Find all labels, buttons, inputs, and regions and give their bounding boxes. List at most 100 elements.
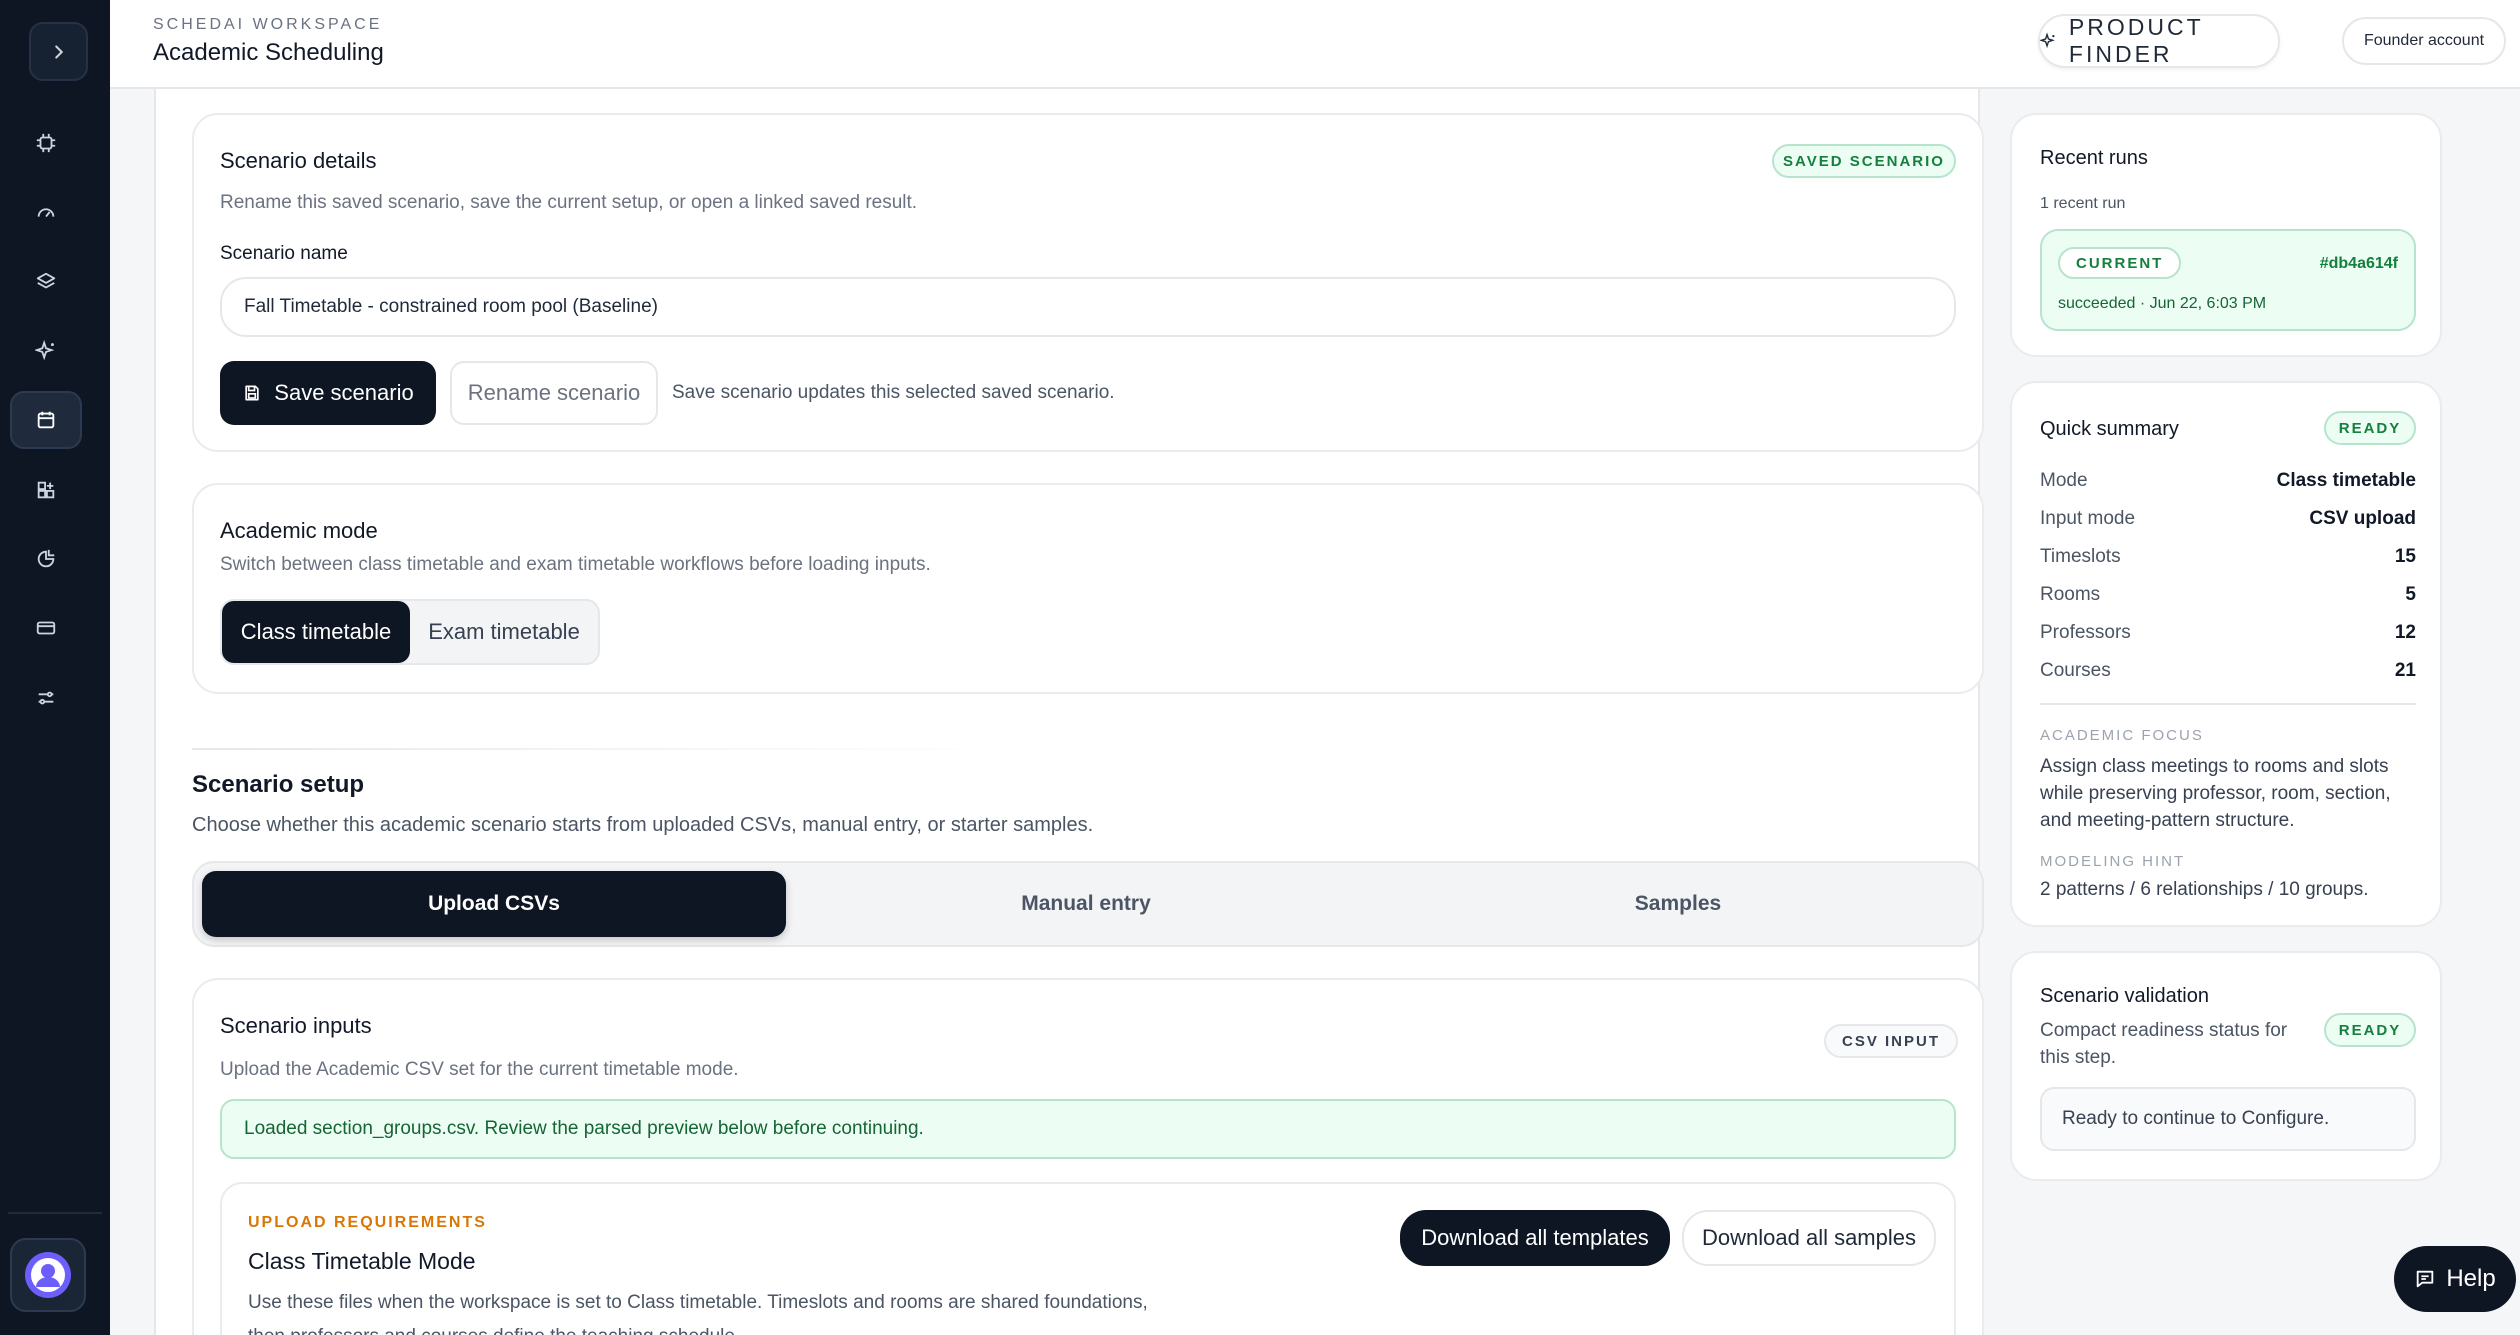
- academic-mode-toggle: Class timetable Exam timetable: [220, 599, 600, 665]
- grid-plus-icon: [37, 481, 55, 499]
- avatar: [25, 1252, 71, 1298]
- scenario-inputs-title: Scenario inputs: [220, 1013, 372, 1038]
- layers-icon: [36, 272, 56, 289]
- chat-icon: [2417, 1270, 2434, 1288]
- page-title: Academic Scheduling: [153, 39, 384, 66]
- scenario-name-label: Scenario name: [220, 243, 348, 264]
- chevron-right-icon: [54, 44, 63, 59]
- quick-summary-title: Quick summary: [2040, 418, 2179, 440]
- saved-scenario-badge: SAVED SCENARIO: [1772, 144, 1956, 178]
- requirements-mode-title: Class Timetable Mode: [248, 1248, 476, 1274]
- summary-key: Courses: [2040, 660, 2111, 681]
- scenario-setup-description: Choose whether this academic scenario st…: [192, 814, 1094, 836]
- sidebar-item-dashboard[interactable]: [10, 183, 82, 241]
- academic-focus-label: ACADEMIC FOCUS: [2040, 727, 2204, 744]
- validation-ready-badge: READY: [2324, 1013, 2416, 1047]
- summary-key: Input mode: [2040, 508, 2136, 529]
- top-bar: SCHEDAI WORKSPACE Academic Scheduling PR…: [110, 0, 2520, 89]
- recent-runs-card: Recent runs 1 recent run CURRENT #db4a61…: [2010, 113, 2442, 357]
- sidebar: [0, 0, 110, 1335]
- sidebar-item-layers[interactable]: [10, 253, 82, 311]
- sparkle-icon: [35, 340, 55, 361]
- sliders-icon: [38, 691, 54, 705]
- account-button[interactable]: Founder account: [2342, 17, 2506, 65]
- scenario-details-title: Scenario details: [220, 148, 377, 173]
- input-source-tabs: Upload CSVs Manual entry Samples: [192, 861, 1984, 947]
- workspace-label: SCHEDAI WORKSPACE: [153, 16, 383, 33]
- save-hint: Save scenario updates this selected save…: [672, 382, 1115, 403]
- sidebar-item-modules[interactable]: [10, 461, 82, 519]
- download-all-samples-button[interactable]: Download all samples: [1682, 1210, 1936, 1266]
- scenario-details-description: Rename this saved scenario, save the cur…: [220, 192, 918, 213]
- tab-samples[interactable]: Samples: [1386, 871, 1970, 937]
- summary-row: Professors 12: [2040, 622, 2416, 644]
- summary-key: Rooms: [2040, 584, 2101, 605]
- save-scenario-button[interactable]: Save scenario: [220, 361, 436, 425]
- help-label: Help: [2446, 1265, 2496, 1292]
- calendar-icon: [37, 411, 55, 429]
- academic-mode-title: Academic mode: [220, 518, 378, 543]
- user-icon: [31, 1258, 65, 1292]
- analytics-icon: [37, 549, 55, 568]
- tab-manual-entry[interactable]: Manual entry: [794, 871, 1378, 937]
- recent-runs-count: 1 recent run: [2040, 195, 2126, 212]
- scenario-details-card: Scenario details SAVED SCENARIO Rename t…: [192, 113, 1984, 452]
- validation-message: Ready to continue to Configure.: [2040, 1087, 2416, 1151]
- scenario-validation-description: Compact readiness status for this step.: [2040, 1020, 2288, 1068]
- summary-row: Courses 21: [2040, 660, 2416, 682]
- scenario-validation-card: Scenario validation Compact readiness st…: [2010, 951, 2442, 1181]
- summary-value: 5: [2405, 584, 2416, 605]
- main-content: Scenario details SAVED SCENARIO Rename t…: [154, 89, 1984, 1335]
- download-all-templates-button[interactable]: Download all templates: [1400, 1210, 1670, 1266]
- recent-run-item[interactable]: CURRENT #db4a614f succeeded · Jun 22, 6:…: [2040, 229, 2416, 331]
- tab-upload-csvs[interactable]: Upload CSVs: [202, 871, 786, 937]
- rename-scenario-button[interactable]: Rename scenario: [450, 361, 658, 425]
- summary-ready-badge: READY: [2324, 411, 2416, 445]
- summary-value: 15: [2394, 546, 2416, 567]
- sidebar-item-billing[interactable]: [10, 599, 82, 657]
- upload-requirements-label: UPLOAD REQUIREMENTS: [248, 1214, 487, 1231]
- card-icon: [36, 621, 56, 635]
- academic-focus-text: Assign class meetings to rooms and slots…: [2040, 756, 2391, 831]
- sidebar-item-analytics[interactable]: [10, 530, 82, 588]
- sidebar-item-settings[interactable]: [10, 669, 82, 727]
- save-scenario-label: Save scenario: [274, 380, 414, 405]
- summary-value: Class timetable: [2276, 470, 2416, 491]
- sidebar-item-ai[interactable]: [10, 322, 82, 380]
- summary-key: Mode: [2040, 470, 2088, 491]
- sidebar-expand-button[interactable]: [29, 22, 88, 81]
- modeling-hint-text: 2 patterns / 6 relationships / 10 groups…: [2040, 879, 2369, 900]
- scenario-setup-title: Scenario setup: [192, 771, 365, 798]
- sidebar-item-academic-scheduling[interactable]: [10, 391, 82, 449]
- run-status: succeeded · Jun 22, 6:03 PM: [2058, 295, 2267, 312]
- recent-runs-title: Recent runs: [2040, 147, 2148, 169]
- product-finder-label: PRODUCT FINDER: [2068, 14, 2204, 67]
- gauge-icon: [37, 208, 55, 218]
- summary-value: 21: [2394, 660, 2416, 681]
- scenario-name-input[interactable]: Fall Timetable - constrained room pool (…: [220, 277, 1956, 337]
- summary-key: Timeslots: [2040, 546, 2121, 567]
- scenario-validation-title: Scenario validation: [2040, 985, 2209, 1007]
- csv-input-badge: CSV INPUT: [1824, 1024, 1958, 1058]
- summary-row: Mode Class timetable: [2040, 470, 2416, 492]
- help-button[interactable]: Help: [2394, 1246, 2516, 1312]
- class-timetable-option[interactable]: Class timetable: [222, 601, 410, 663]
- product-finder-button[interactable]: PRODUCT FINDER: [2038, 14, 2280, 68]
- summary-value: 12: [2394, 622, 2416, 643]
- upload-requirements-panel: UPLOAD REQUIREMENTS Class Timetable Mode…: [220, 1182, 1956, 1335]
- academic-mode-card: Academic mode Switch between class timet…: [192, 483, 1984, 694]
- sparkle-icon: [2040, 32, 2055, 49]
- requirements-text-line-1: Use these files when the workspace is se…: [248, 1292, 1148, 1313]
- summary-row: Timeslots 15: [2040, 546, 2416, 568]
- user-avatar-button[interactable]: [10, 1238, 86, 1312]
- academic-mode-description: Switch between class timetable and exam …: [220, 554, 931, 575]
- summary-row: Input mode CSV upload: [2040, 508, 2416, 530]
- save-icon: [245, 385, 259, 401]
- summary-divider: [2040, 703, 2416, 705]
- modeling-hint-label: MODELING HINT: [2040, 853, 2186, 870]
- sidebar-item-engine[interactable]: [10, 114, 82, 172]
- scenario-inputs-description: Upload the Academic CSV set for the curr…: [220, 1059, 739, 1080]
- quick-summary-card: Quick summary READY Mode Class timetable …: [2010, 381, 2442, 927]
- exam-timetable-option[interactable]: Exam timetable: [410, 601, 598, 663]
- upload-success-alert: Loaded section_groups.csv. Review the pa…: [220, 1099, 1956, 1159]
